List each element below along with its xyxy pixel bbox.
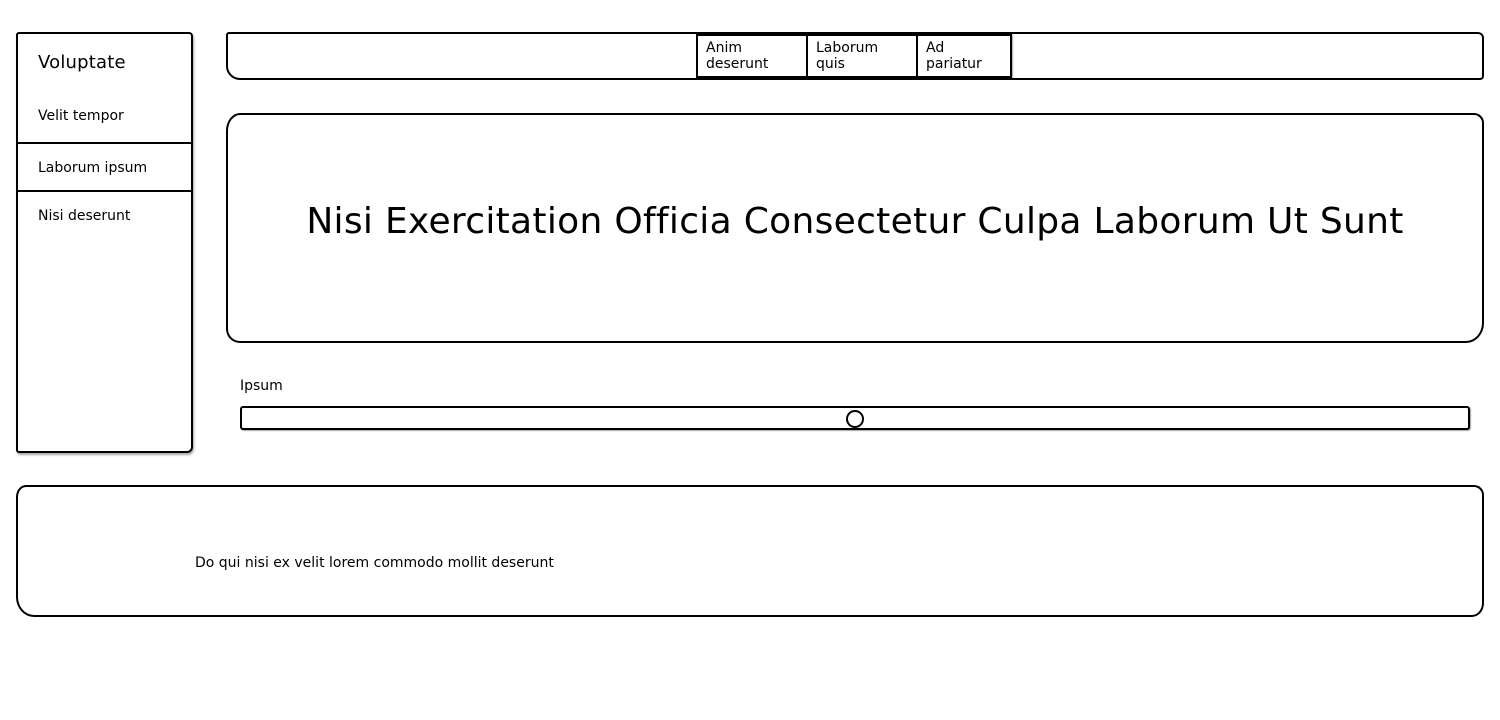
hero-title: Nisi Exercitation Officia Consectetur Cu… — [306, 201, 1404, 242]
nav-button-ad-pariatur[interactable]: Ad pariatur — [916, 34, 1012, 78]
nav-button-anim-deserunt[interactable]: Anim deserunt — [696, 34, 808, 78]
nav-button-group: Anim deserunt Laborum quis Ad pariatur — [696, 34, 1012, 78]
sidebar-item-laborum-ipsum[interactable]: Laborum ipsum — [18, 142, 191, 192]
slider-thumb[interactable] — [846, 410, 864, 428]
nav-button-laborum-quis[interactable]: Laborum quis — [806, 34, 918, 78]
footer-panel: Do qui nisi ex velit lorem commodo molli… — [16, 485, 1484, 617]
hero-panel: Nisi Exercitation Officia Consectetur Cu… — [226, 113, 1484, 343]
sidebar-item-label: Velit tempor — [38, 108, 124, 124]
sidebar-item-velit-tempor[interactable]: Velit tempor — [18, 92, 191, 142]
sidebar-item-label: Laborum ipsum — [38, 160, 148, 176]
top-nav-bar: Anim deserunt Laborum quis Ad pariatur — [226, 32, 1484, 80]
sidebar: Voluptate Velit tempor Laborum ipsum Nis… — [16, 32, 193, 453]
footer-text: Do qui nisi ex velit lorem commodo molli… — [195, 555, 554, 571]
sidebar-title: Voluptate — [38, 52, 126, 73]
slider-label: Ipsum — [240, 378, 283, 394]
sidebar-item-nisi-deserunt[interactable]: Nisi deserunt — [18, 192, 191, 242]
sidebar-item-label: Nisi deserunt — [38, 208, 131, 224]
slider-track[interactable] — [240, 406, 1470, 430]
